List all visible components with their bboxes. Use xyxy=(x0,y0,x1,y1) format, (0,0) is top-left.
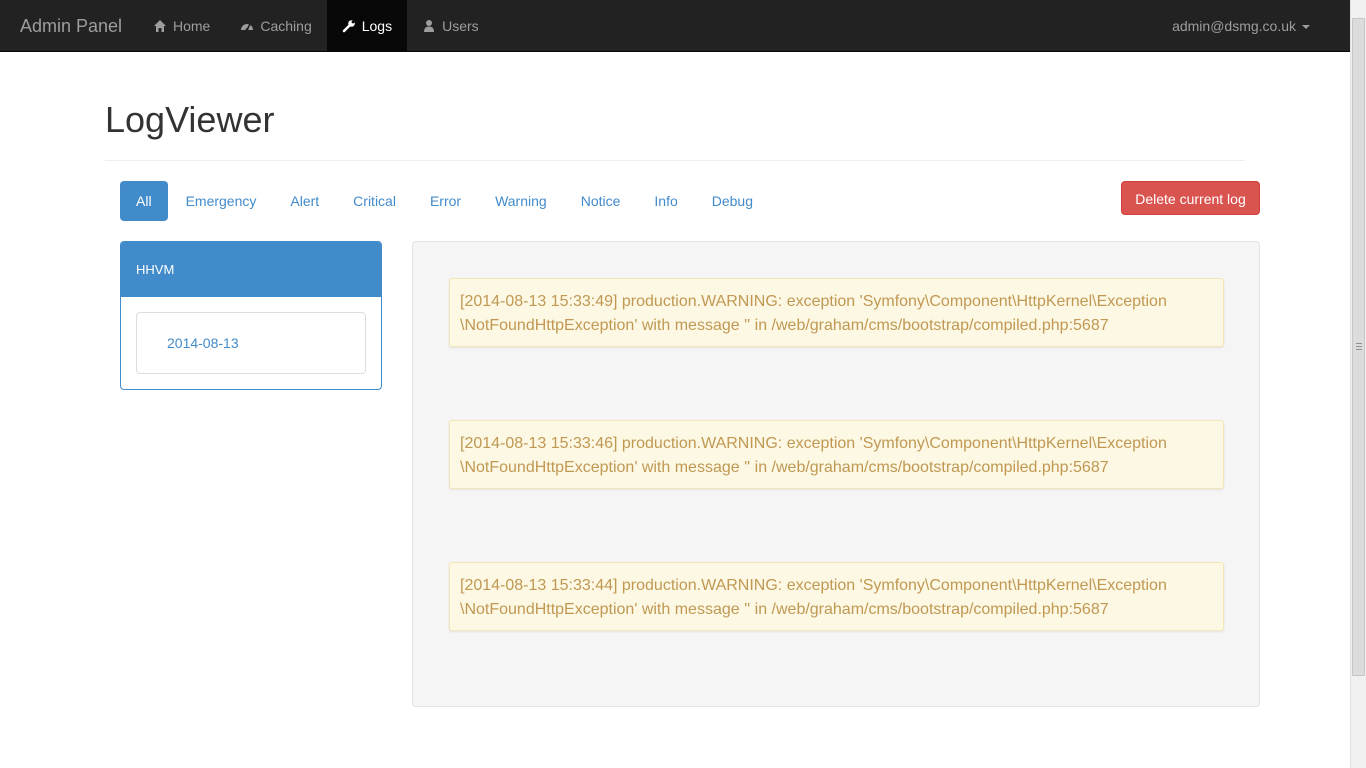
tab-info[interactable]: Info xyxy=(638,181,693,221)
log-entry: [2014-08-13 15:33:44] production.WARNING… xyxy=(449,562,1224,631)
log-source-panel: HHVM 2014-08-13 xyxy=(120,241,382,390)
nav-logs-label: Logs xyxy=(361,17,393,34)
tab-notice[interactable]: Notice xyxy=(565,181,637,221)
log-entry-line: [2014-08-13 15:33:46] production.WARNING… xyxy=(460,435,1167,452)
delete-log-button[interactable]: Delete current log xyxy=(1121,181,1260,215)
tab-critical[interactable]: Critical xyxy=(337,181,412,221)
tab-debug[interactable]: Debug xyxy=(696,181,769,221)
dashboard-icon xyxy=(240,19,254,33)
tab-emergency[interactable]: Emergency xyxy=(170,181,273,221)
log-file-link[interactable]: 2014-08-13 xyxy=(136,312,366,374)
log-entry-line: [2014-08-13 15:33:44] production.WARNING… xyxy=(460,577,1167,594)
vertical-scrollbar[interactable] xyxy=(1350,0,1366,768)
log-entry-line: [2014-08-13 15:33:49] production.WARNING… xyxy=(460,293,1167,310)
nav-home-label: Home xyxy=(173,17,211,34)
user-email: admin@dsmg.co.uk xyxy=(1172,17,1296,34)
brand-link[interactable]: Admin Panel xyxy=(20,0,122,51)
tab-error[interactable]: Error xyxy=(414,181,477,221)
grip-line xyxy=(1356,346,1362,347)
grip-line xyxy=(1356,349,1362,350)
level-filter-tabs: All Emergency Alert Critical Error Warni… xyxy=(120,181,771,221)
log-entry: [2014-08-13 15:33:49] production.WARNING… xyxy=(449,278,1224,347)
tab-all[interactable]: All xyxy=(120,181,168,221)
tab-warning[interactable]: Warning xyxy=(479,181,563,221)
user-icon xyxy=(422,19,436,33)
log-entry-line: \NotFoundHttpException' with message '' … xyxy=(460,459,1109,476)
panel-body: 2014-08-13 xyxy=(121,297,381,389)
log-entries-well: [2014-08-13 15:33:49] production.WARNING… xyxy=(412,241,1260,707)
wrench-icon xyxy=(342,19,356,33)
panel-heading: HHVM xyxy=(121,242,381,297)
nav-users[interactable]: Users xyxy=(407,0,494,51)
main-nav: Home Caching Logs Users xyxy=(138,0,494,51)
nav-caching-label: Caching xyxy=(260,17,312,34)
log-entry-line: \NotFoundHttpException' with message '' … xyxy=(460,317,1109,334)
home-icon xyxy=(153,19,167,33)
nav-home[interactable]: Home xyxy=(138,0,225,51)
scrollbar-thumb[interactable] xyxy=(1352,18,1365,676)
log-entry-line: \NotFoundHttpException' with message '' … xyxy=(460,601,1109,618)
log-entry: [2014-08-13 15:33:46] production.WARNING… xyxy=(449,420,1224,489)
caret-down-icon xyxy=(1302,24,1310,29)
top-navbar: Admin Panel Home Caching Logs Users admi… xyxy=(0,0,1350,52)
grip-line xyxy=(1356,343,1362,344)
tab-alert[interactable]: Alert xyxy=(274,181,335,221)
user-dropdown[interactable]: admin@dsmg.co.uk xyxy=(1172,0,1310,51)
header-divider xyxy=(105,160,1245,161)
nav-caching[interactable]: Caching xyxy=(225,0,326,51)
nav-users-label: Users xyxy=(442,17,479,34)
page-title: LogViewer xyxy=(105,99,275,140)
nav-logs[interactable]: Logs xyxy=(326,0,408,51)
